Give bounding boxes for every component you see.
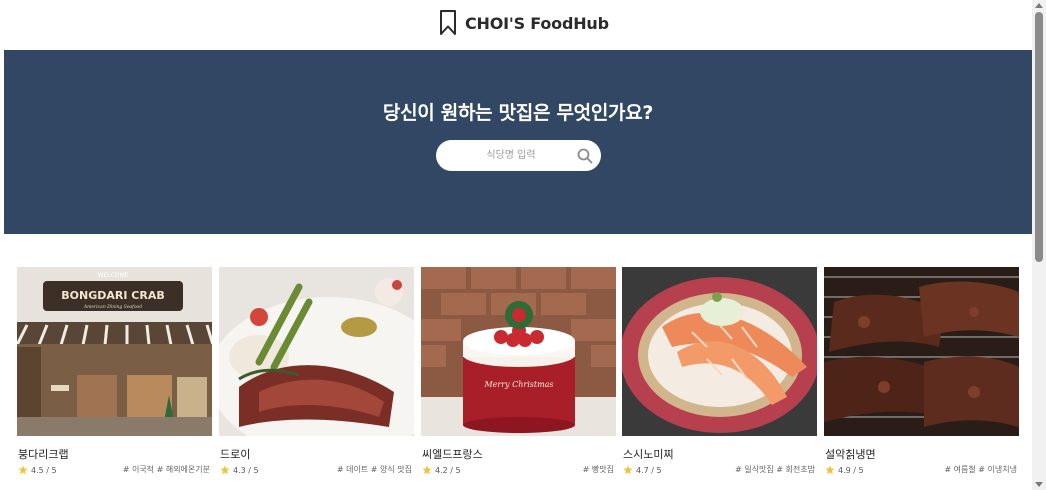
brand-name: CHOI'S FoodHub [465, 13, 609, 33]
star-icon [623, 465, 633, 475]
restaurant-name[interactable]: 씨엘드프랑스 [422, 446, 483, 462]
restaurant-card[interactable]: 드로이 4.3 / 5 # 데이트 # 양식 맛집 [219, 267, 414, 490]
restaurant-tags: # 데이트 # 양식 맛집 [336, 465, 412, 474]
restaurant-image[interactable]: Merry Christmas [421, 267, 616, 436]
image-sign-sub: American Dining Seafood [83, 304, 142, 310]
scroll-up-arrow-icon[interactable] [1035, 3, 1043, 8]
restaurant-rating: 4.9 / 5 [825, 464, 864, 476]
restaurant-tags: # 여름철 # 이냉치냉 [944, 465, 1017, 474]
restaurant-rating: 4.5 / 5 [18, 464, 57, 476]
restaurant-tags: # 이국적 # 해외에온기분 [122, 465, 210, 474]
rating-text: 4.9 / 5 [838, 465, 864, 475]
search-input[interactable] [456, 140, 566, 171]
restaurant-image[interactable] [219, 267, 414, 436]
bookmark-icon [440, 10, 456, 35]
restaurant-rating: 4.7 / 5 [623, 464, 662, 476]
top-bar: CHOI'S FoodHub [0, 0, 1032, 50]
rating-text: 4.2 / 5 [435, 465, 461, 475]
restaurant-rating: 4.2 / 5 [422, 464, 461, 476]
hero-banner: 당신이 원하는 맛집은 무엇인가요? [4, 50, 1032, 234]
search-box [436, 140, 601, 171]
restaurant-tags: # 일식맛집 # 회전초밥 [735, 465, 815, 474]
star-icon [825, 465, 835, 475]
restaurant-name[interactable]: 붕다리크랩 [18, 446, 69, 462]
restaurant-card[interactable]: Merry Christmas 씨엘드프랑스 4.2 / 5 # 빵맛집 [421, 267, 616, 490]
restaurant-name[interactable]: 드로이 [220, 446, 250, 462]
star-icon [220, 465, 230, 475]
restaurant-tags: # 빵맛집 [582, 465, 614, 474]
page: CHOI'S FoodHub 당신이 원하는 맛집은 무엇인가요? 식당명 입력… [0, 0, 1032, 490]
restaurant-list: WELCOME BONGDARI CRAB American Dining Se… [17, 267, 1032, 490]
hero-title: 당신이 원하는 맛집은 무엇인가요? [382, 102, 654, 124]
image-sign-top: WELCOME [98, 272, 129, 279]
search-icon[interactable] [577, 148, 593, 164]
restaurant-image[interactable]: WELCOME BONGDARI CRAB American Dining Se… [17, 267, 212, 436]
star-icon [18, 465, 28, 475]
restaurant-name[interactable]: 스시노미찌 [623, 446, 674, 462]
restaurant-image[interactable] [622, 267, 817, 436]
image-sign: BONGDARI CRAB [61, 289, 164, 302]
star-icon [422, 465, 432, 475]
rating-text: 4.3 / 5 [233, 465, 259, 475]
restaurant-card[interactable]: 스시노미찌 4.7 / 5 # 일식맛집 # 회전초밥 [622, 267, 817, 490]
restaurant-card[interactable]: WELCOME BONGDARI CRAB American Dining Se… [17, 267, 212, 490]
restaurant-image[interactable] [824, 267, 1019, 436]
image-text: Merry Christmas [483, 380, 553, 389]
vertical-scrollbar[interactable] [1032, 0, 1046, 490]
rating-text: 4.5 / 5 [31, 465, 57, 475]
rating-text: 4.7 / 5 [636, 465, 662, 475]
scrollbar-thumb[interactable] [1035, 12, 1043, 262]
brand-logo[interactable]: CHOI'S FoodHub [439, 8, 609, 38]
restaurant-rating: 4.3 / 5 [220, 464, 259, 476]
restaurant-card[interactable]: 설악칡냉면 4.9 / 5 # 여름철 # 이냉치냉 [824, 267, 1019, 490]
restaurant-name[interactable]: 설악칡냉면 [825, 446, 876, 462]
scroll-down-arrow-icon[interactable] [1035, 482, 1043, 487]
